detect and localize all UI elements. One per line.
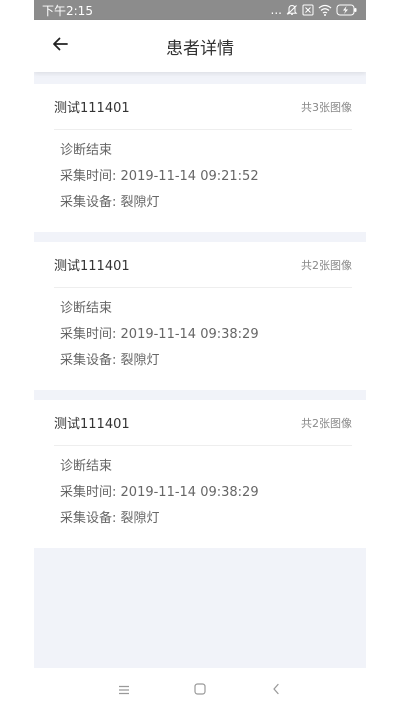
record-details: 诊断结束 采集时间: 2019-11-14 09:38:29 采集设备: 裂隙灯 xyxy=(54,288,352,390)
capture-time-label: 采集时间 xyxy=(60,485,113,500)
header-bar: 患者详情 xyxy=(34,20,366,72)
page-title: 患者详情 xyxy=(166,38,234,59)
capture-time-row: 采集时间: 2019-11-14 09:21:52 xyxy=(60,169,259,184)
home-button[interactable] xyxy=(188,677,212,701)
status-time: 下午2:15 xyxy=(42,3,93,18)
record-card[interactable]: 测试111401 共3张图像 诊断结束 采集时间: 2019-11-14 09:… xyxy=(34,84,366,232)
mute-icon xyxy=(286,4,298,16)
back-nav-button[interactable] xyxy=(264,677,288,701)
record-details: 诊断结束 采集时间: 2019-11-14 09:21:52 采集设备: 裂隙灯 xyxy=(54,130,352,232)
record-header: 测试111401 共3张图像 xyxy=(54,84,352,130)
capture-device-value: 裂隙灯 xyxy=(120,353,160,368)
capture-device-row: 采集设备: 裂隙灯 xyxy=(60,353,160,368)
capture-device-label: 采集设备 xyxy=(60,511,113,526)
capture-time-label: 采集时间 xyxy=(60,169,113,184)
record-header: 测试111401 共2张图像 xyxy=(54,242,352,288)
capture-device-value: 裂隙灯 xyxy=(120,195,160,210)
arrow-left-icon xyxy=(52,36,68,56)
capture-device-label: 采集设备 xyxy=(60,195,113,210)
patient-name: 测试111401 xyxy=(54,259,130,274)
status-icons: ... xyxy=(271,3,358,17)
record-card[interactable]: 测试111401 共2张图像 诊断结束 采集时间: 2019-11-14 09:… xyxy=(34,400,366,548)
more-indicator: ... xyxy=(270,3,282,17)
capture-time-value: 2019-11-14 09:21:52 xyxy=(120,169,259,184)
status-bar: 下午2:15 ... xyxy=(34,0,366,20)
image-count: 共2张图像 xyxy=(301,416,352,430)
chevron-left-icon xyxy=(271,680,281,699)
wifi-icon xyxy=(318,4,332,16)
image-count: 共3张图像 xyxy=(301,100,352,114)
menu-icon xyxy=(118,680,130,699)
capture-time-row: 采集时间: 2019-11-14 09:38:29 xyxy=(60,327,259,342)
notification-box-icon xyxy=(302,4,314,16)
capture-device-value: 裂隙灯 xyxy=(120,511,160,526)
diagnosis-status: 诊断结束 xyxy=(60,459,113,474)
record-header: 测试111401 共2张图像 xyxy=(54,400,352,446)
record-card[interactable]: 测试111401 共2张图像 诊断结束 采集时间: 2019-11-14 09:… xyxy=(34,242,366,390)
patient-name: 测试111401 xyxy=(54,101,130,116)
phone-screen: 下午2:15 ... 患者详情 测试111401 共3张图像 诊断结束 采集时间… xyxy=(34,0,366,668)
back-button[interactable] xyxy=(48,34,72,58)
capture-time-label: 采集时间 xyxy=(60,327,113,342)
capture-time-value: 2019-11-14 09:38:29 xyxy=(120,327,259,342)
capture-device-label: 采集设备 xyxy=(60,353,113,368)
record-details: 诊断结束 采集时间: 2019-11-14 09:38:29 采集设备: 裂隙灯 xyxy=(54,446,352,548)
system-nav-bar xyxy=(0,668,400,710)
battery-charging-icon xyxy=(336,4,358,16)
capture-device-row: 采集设备: 裂隙灯 xyxy=(60,195,160,210)
capture-time-value: 2019-11-14 09:38:29 xyxy=(120,485,259,500)
square-home-icon xyxy=(194,680,206,699)
diagnosis-status: 诊断结束 xyxy=(60,301,113,316)
patient-name: 测试111401 xyxy=(54,417,130,432)
menu-button[interactable] xyxy=(112,677,136,701)
capture-device-row: 采集设备: 裂隙灯 xyxy=(60,511,160,526)
image-count: 共2张图像 xyxy=(301,258,352,272)
capture-time-row: 采集时间: 2019-11-14 09:38:29 xyxy=(60,485,259,500)
record-list: 测试111401 共3张图像 诊断结束 采集时间: 2019-11-14 09:… xyxy=(34,72,366,548)
diagnosis-status: 诊断结束 xyxy=(60,143,113,158)
